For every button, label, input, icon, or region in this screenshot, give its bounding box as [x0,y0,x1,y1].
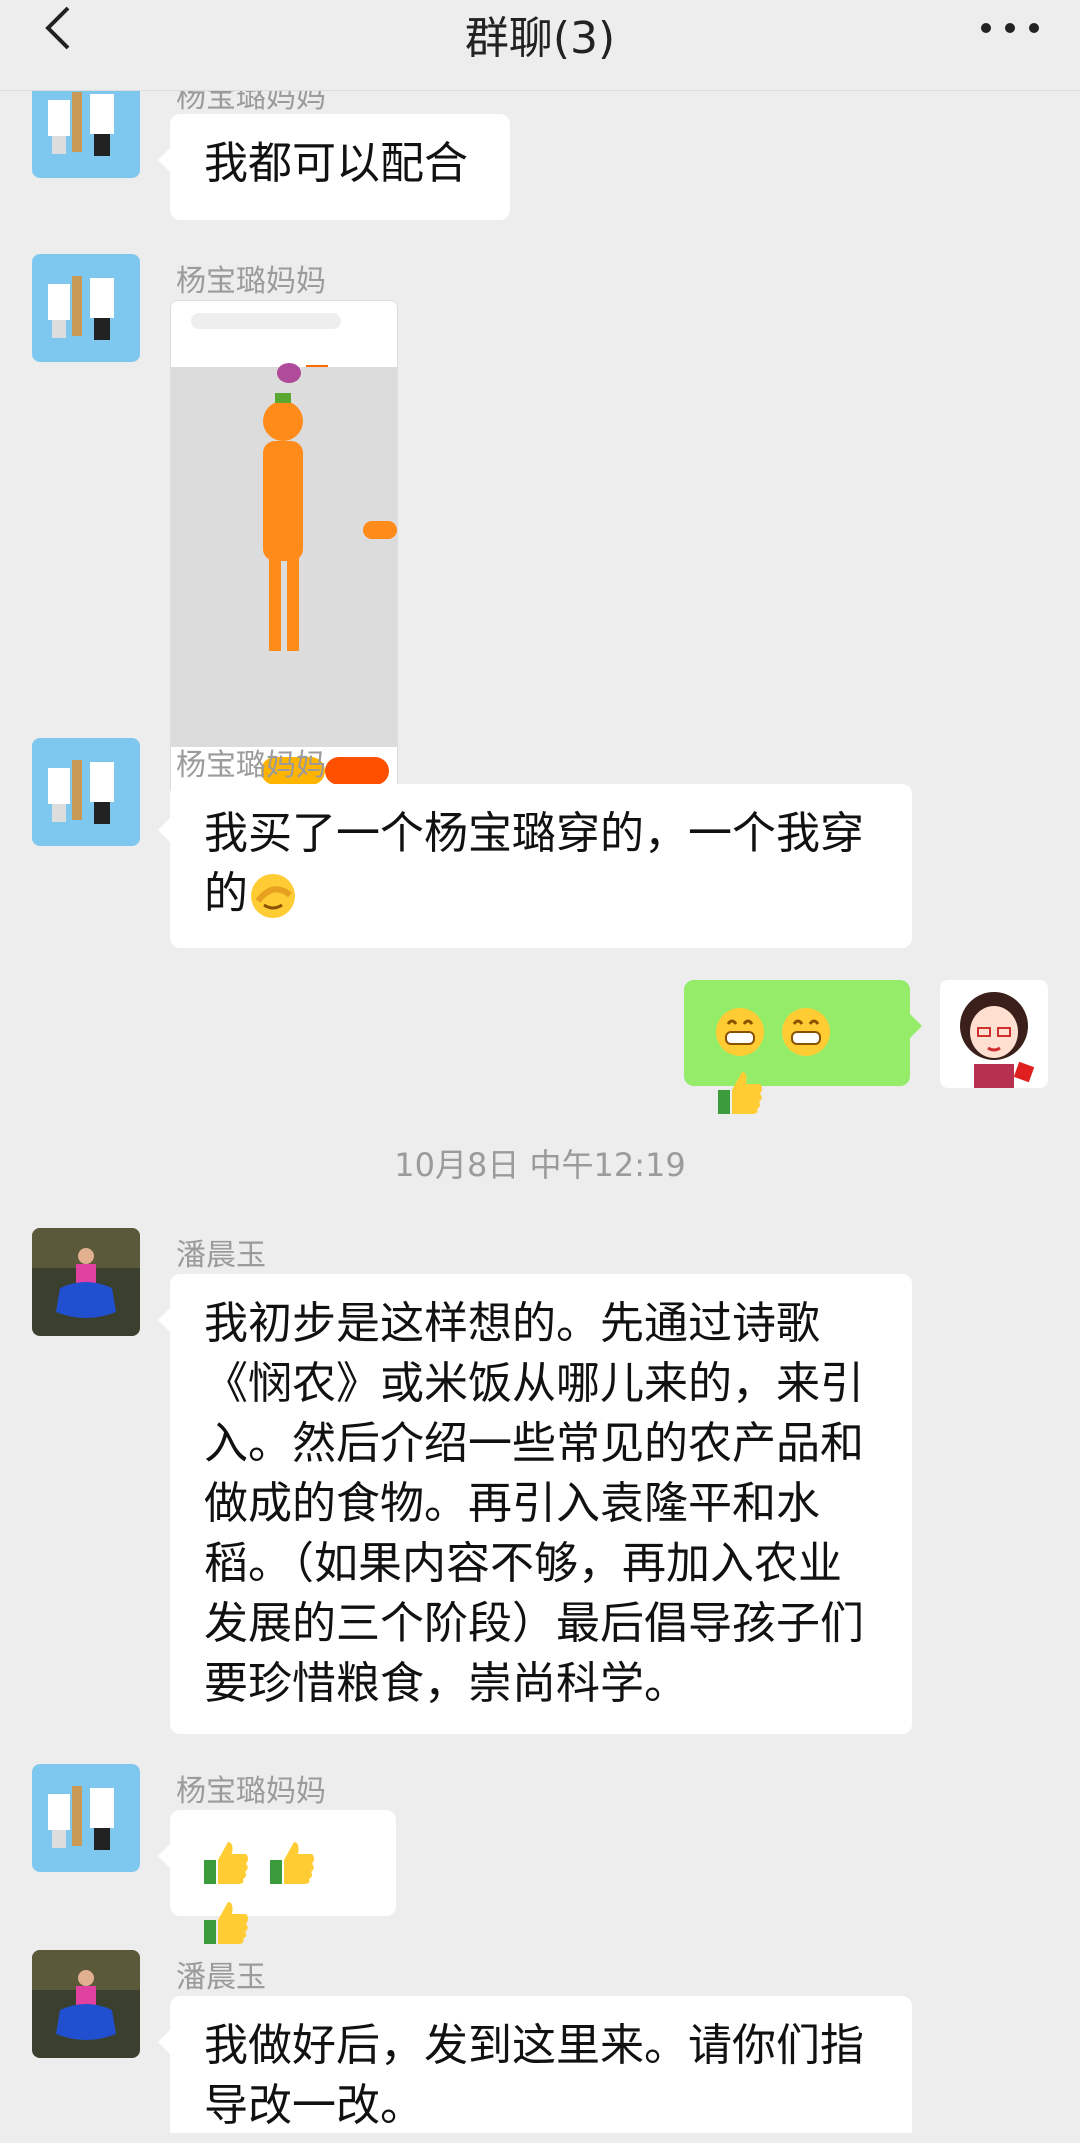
top-bar: 群聊(3) [0,0,1080,91]
message-bubble[interactable]: 我做好后，发到这里来。请你们指 导改一改。 [158,1996,912,2133]
sender-name: 杨宝璐妈妈 [176,90,326,115]
more-options-icon[interactable] [980,22,1040,34]
message-list[interactable]: 杨宝璐妈妈 我都可以配合 杨宝璐妈妈 杨宝璐妈妈 我买了一个杨宝璐穿的，一个我穿… [0,90,1080,2133]
message-bubble[interactable] [158,1810,396,1944]
message-text: 要珍惜粮食，崇尚科学。 [204,1658,688,1709]
grin-icon [716,1008,764,1056]
message-text: 入。然后介绍一些常见的农产品和 [204,1418,864,1469]
message-text: 我初步是这样想的。先通过诗歌 [204,1298,820,1349]
message-text: 我做好后，发到这里来。请你们指 [204,2020,864,2071]
avatar-pan[interactable] [32,1950,140,2058]
image-message[interactable] [170,300,398,796]
thumbs-up-icon [204,1842,248,1884]
sender-name: 杨宝璐妈妈 [176,748,326,783]
sender-name: 潘晨玉 [176,1238,266,1273]
sender-name: 杨宝璐妈妈 [176,1774,326,1809]
thumbs-up-icon [204,1902,248,1944]
message-bubble[interactable]: 我买了一个杨宝璐穿的，一个我穿 的 [158,784,912,948]
avatar-yang[interactable] [32,738,140,846]
message-bubble[interactable]: 我都可以配合 [158,114,510,220]
avatar-yang[interactable] [32,90,140,178]
message-text: 稻。（如果内容不够，再加入农业 [204,1538,842,1589]
grin-icon [782,1008,830,1056]
avatar-self[interactable] [940,980,1048,1088]
sender-name: 杨宝璐妈妈 [176,264,326,299]
message-text: 发展的三个阶段）最后倡导孩子们 [204,1598,864,1649]
message-text: 做成的食物。再引入袁隆平和水 [204,1478,820,1529]
message-text: 导改一改。 [204,2080,424,2131]
message-text: 的 [204,864,878,924]
sender-name: 潘晨玉 [176,1960,266,1995]
chat-title: 群聊(3) [464,13,616,64]
thumbs-up-icon [270,1842,314,1884]
message-text: 我买了一个杨宝璐穿的，一个我穿 [204,808,864,859]
message-bubble[interactable]: 我初步是这样想的。先通过诗歌 《悯农》或米饭从哪儿来的，来引 入。然后介绍一些常… [158,1274,912,1734]
avatar-yang[interactable] [32,1764,140,1872]
message-bubble-self[interactable] [684,980,922,1114]
message-text: 《悯农》或米饭从哪儿来的，来引 [204,1358,864,1409]
avatar-yang[interactable] [32,254,140,362]
avatar-pan[interactable] [32,1228,140,1336]
message-text: 我都可以配合 [204,138,468,189]
thumbs-up-icon [718,1072,762,1114]
timestamp: 10月8日 中午12:19 [394,1146,686,1184]
facepalm-icon [251,874,295,918]
